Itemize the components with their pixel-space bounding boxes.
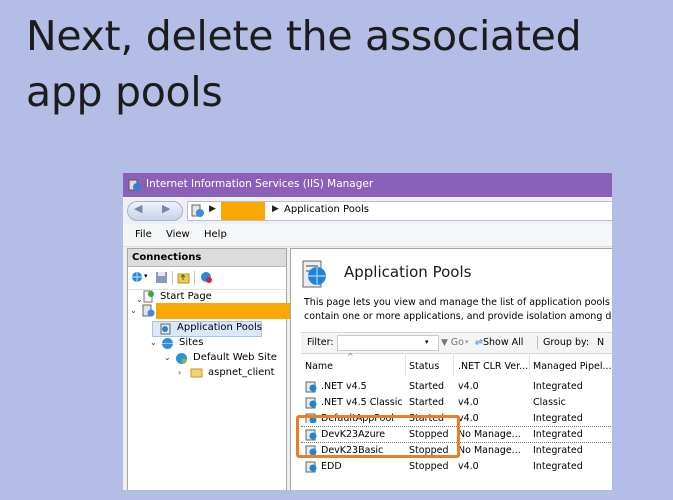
app-pool-icon — [305, 461, 317, 473]
tree-item-aspnet-client[interactable]: aspnet_client — [208, 367, 275, 378]
go-button[interactable]: ▼ Go — [441, 337, 464, 348]
filter-label: Filter: — [307, 337, 334, 348]
expand-sites-toggle[interactable]: ⌄ — [150, 338, 157, 347]
website-globe-icon — [176, 353, 187, 364]
tree-item-default-web-site[interactable]: Default Web Site — [193, 352, 277, 363]
breadcrumb-separator: ▶ — [209, 204, 216, 214]
forward-button[interactable]: ▶ — [162, 202, 170, 215]
connections-toolbar: ▾ — [128, 267, 286, 290]
title-bar: Internet Information Services (IIS) Mana… — [123, 173, 612, 197]
save-icon[interactable] — [155, 271, 168, 284]
connections-header: Connections — [128, 249, 286, 267]
page-description: This page lets you view and manage the l… — [304, 297, 612, 322]
sites-globe-icon — [162, 338, 173, 349]
tree-item-start-page[interactable]: Start Page — [160, 291, 212, 302]
menu-help[interactable]: Help — [204, 229, 227, 240]
expand-aspnet-client-toggle[interactable]: › — [178, 368, 181, 377]
connections-pane: Connections ▾ ⌄ Start Page ⌄ Application… — [127, 248, 292, 490]
grid-header: ^ Name Status .NET CLR Ver... Managed Pi… — [301, 352, 612, 375]
app-pool-icon — [305, 397, 317, 409]
go-dropdown-icon[interactable]: ▾ — [465, 338, 469, 346]
connect-server-icon[interactable] — [200, 271, 213, 284]
page-title: Application Pools — [344, 263, 472, 281]
table-row[interactable]: .NET v4.5 Classic Started v4.0 Classic — [301, 395, 612, 411]
start-page-icon — [143, 290, 154, 303]
breadcrumb-separator: ▶ — [272, 204, 279, 214]
column-clr-version[interactable]: .NET CLR Ver... — [458, 361, 528, 372]
expand-default-site-toggle[interactable]: ⌄ — [164, 353, 171, 362]
server-icon — [191, 204, 204, 217]
window-title: Internet Information Services (IIS) Mana… — [146, 178, 374, 190]
tree-item-sites[interactable]: Sites — [179, 337, 203, 348]
highlight-box — [296, 415, 460, 458]
table-row[interactable]: .NET v4.5 Started v4.0 Integrated — [301, 379, 612, 395]
nav-buttons: ◀ ▶ — [127, 201, 183, 221]
sort-arrow-icon: ^ — [347, 352, 354, 361]
connect-globe-icon[interactable] — [131, 271, 144, 284]
column-status[interactable]: Status — [409, 361, 439, 372]
application-pools-icon — [302, 260, 326, 288]
back-button[interactable]: ◀ — [134, 202, 142, 215]
group-by-select[interactable]: N — [597, 337, 604, 348]
app-pool-icon — [160, 323, 171, 335]
breadcrumb-application-pools[interactable]: Application Pools — [284, 204, 369, 215]
server-icon — [142, 304, 155, 317]
show-all-button[interactable]: ⇌Show All — [475, 337, 523, 348]
address-bar: ◀ ▶ ▶ ▶ Application Pools — [123, 197, 612, 225]
up-folder-icon[interactable] — [177, 271, 190, 284]
menu-view[interactable]: View — [166, 229, 190, 240]
group-by-label: Group by: — [543, 337, 590, 348]
dropdown-arrow-icon[interactable]: ▾ — [144, 272, 148, 280]
table-row[interactable]: EDD Stopped v4.0 Integrated — [301, 459, 612, 475]
tree-item-application-pools[interactable]: Application Pools — [177, 322, 262, 333]
menu-file[interactable]: File — [135, 229, 152, 240]
filter-bar: Filter: ▾ ▼ Go ▾ ⇌Show All Group by: N — [301, 332, 612, 354]
app-pool-icon — [305, 381, 317, 393]
redacted-server-node — [156, 303, 292, 319]
filter-dropdown-icon[interactable]: ▾ — [425, 338, 429, 346]
filter-input[interactable] — [337, 335, 439, 351]
redacted-server-name — [221, 202, 265, 220]
iis-icon — [128, 179, 141, 191]
column-managed-pipeline[interactable]: Managed Pipel... — [533, 361, 612, 372]
expand-server-toggle[interactable]: ⌄ — [130, 306, 137, 315]
slide-title: Next, delete the associated app pools — [26, 12, 582, 116]
folder-icon — [190, 368, 203, 378]
address-box[interactable]: ▶ ▶ Application Pools — [187, 201, 612, 221]
menu-bar: File View Help — [123, 224, 612, 247]
column-name[interactable]: Name — [305, 361, 333, 372]
